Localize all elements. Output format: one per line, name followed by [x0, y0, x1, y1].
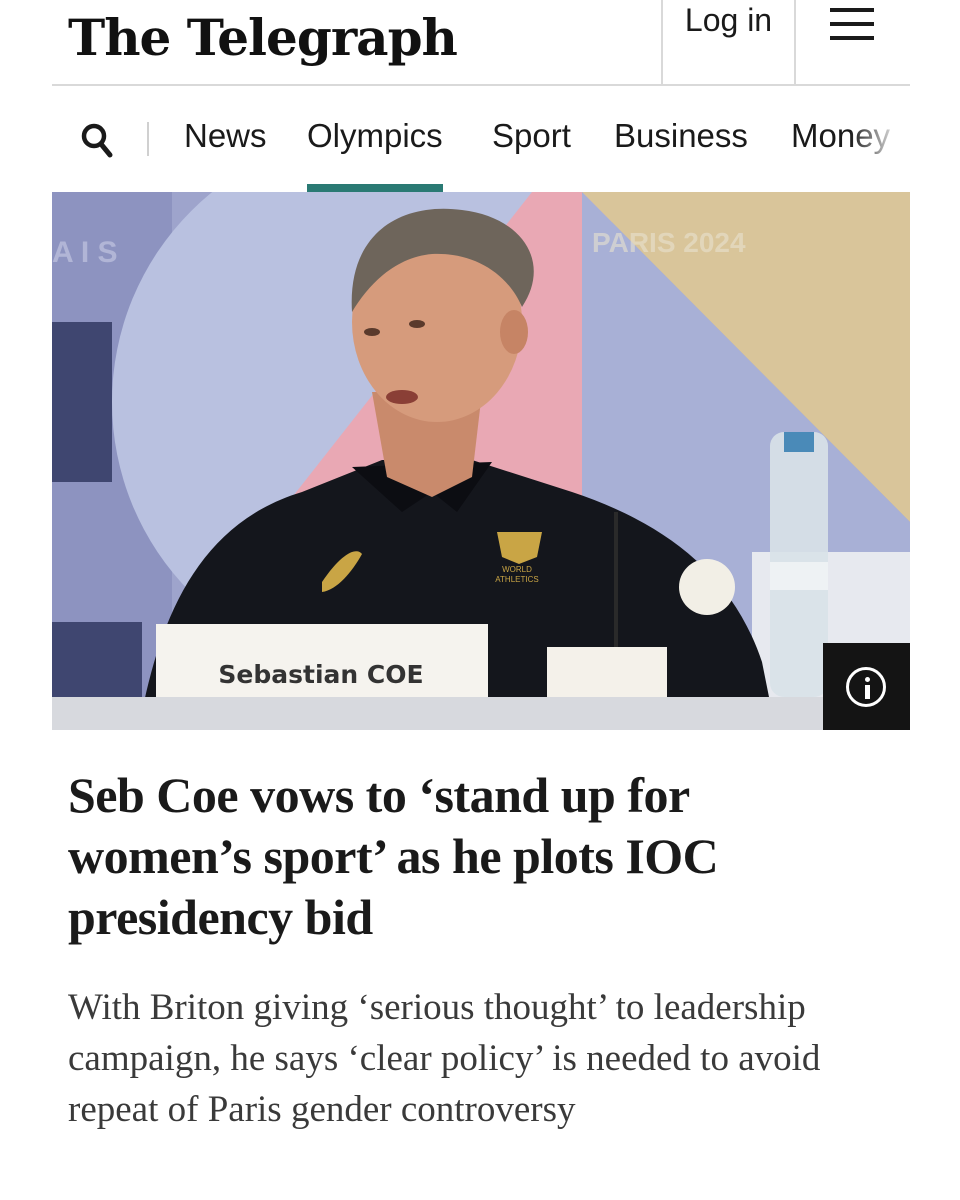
article-standfirst: With Briton giving ‘serious thought’ to …: [68, 987, 821, 1130]
hero-photo-illustration: A I S PARIS 2024 WORLD ATHLETICS: [52, 192, 910, 730]
svg-text:A I S: A I S: [52, 236, 118, 269]
nav-item-business[interactable]: Business: [614, 116, 748, 156]
svg-text:ATHLETICS: ATHLETICS: [495, 575, 538, 584]
info-icon[interactable]: [823, 643, 910, 730]
site-header: The Telegraph Log in: [52, 0, 910, 86]
nav-item-sport[interactable]: Sport: [492, 116, 571, 156]
nav-item-olympics[interactable]: Olympics: [307, 116, 443, 192]
article-headline[interactable]: Seb Coe vows to ‘stand up for women’s sp…: [68, 765, 868, 948]
section-nav: News Olympics Sport Business Money: [52, 88, 910, 192]
nav-divider: [147, 122, 149, 156]
search-icon[interactable]: [80, 120, 116, 160]
svg-text:PARIS 2024: PARIS 2024: [592, 227, 746, 258]
hero-image[interactable]: A I S PARIS 2024 WORLD ATHLETICS Sebasti…: [52, 192, 910, 730]
nav-item-news[interactable]: News: [184, 116, 267, 156]
telegraph-logo[interactable]: The Telegraph: [68, 2, 458, 74]
nameplate-text: Sebastian COE: [218, 660, 424, 689]
login-label: Log in: [684, 2, 773, 38]
hamburger-menu-icon[interactable]: [828, 6, 876, 42]
svg-text:WORLD: WORLD: [502, 565, 532, 574]
login-button[interactable]: Log in: [661, 0, 796, 84]
nav-scroll-fade: [850, 88, 910, 192]
